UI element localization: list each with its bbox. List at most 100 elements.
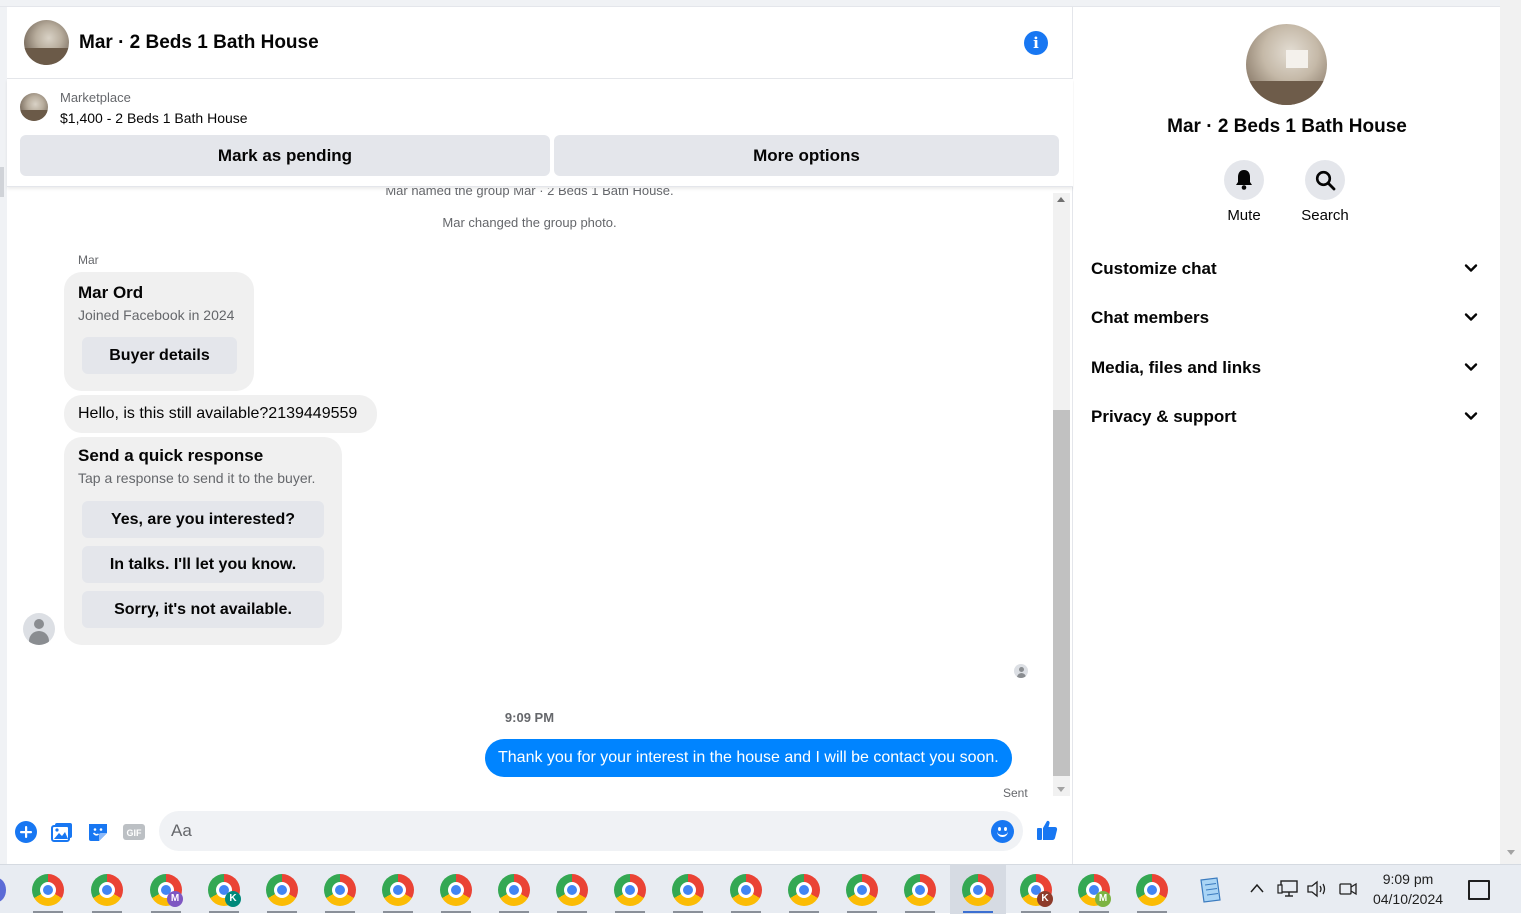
message-input-box[interactable] [159,811,1023,851]
scroll-up-arrow[interactable] [1057,197,1065,202]
thumbs-up-icon[interactable] [1035,818,1059,842]
page-scrollbar[interactable] [1500,0,1521,864]
clock-date: 04/10/2024 [1372,891,1444,907]
buyer-card: Mar Ord Joined Facebook in 2024 Buyer de… [64,272,254,391]
listing-title[interactable]: $1,400 - 2 Beds 1 Bath House [60,110,248,126]
clock-time: 9:09 pm [1382,871,1434,887]
section-label: Chat members [1091,308,1210,327]
chevron-down-icon [1464,313,1478,321]
read-receipt-avatar [1014,664,1028,678]
listing-thumbnail[interactable] [20,93,48,121]
chrome-icon[interactable] [32,874,64,906]
bell-icon [1236,170,1252,190]
composer: GIF [7,807,1073,857]
search-label: Search [1301,207,1349,224]
section-label: Media, files and links [1091,358,1262,377]
page-scroll-down-arrow[interactable] [1507,850,1515,855]
chrome-icon[interactable] [324,874,356,906]
system-message: Mar changed the group photo. [442,215,617,230]
system-clock[interactable]: 9:09 pm 04/10/2024 [1360,869,1456,909]
message-scrollbar[interactable] [1053,193,1070,796]
section-label: Privacy & support [1091,407,1237,426]
info-icon[interactable]: i [1024,31,1048,55]
buyer-joined: Joined Facebook in 2024 [78,307,235,323]
panel-group-avatar[interactable] [1246,24,1327,105]
incoming-message-bubble[interactable]: Hello, is this still available?213944955… [64,395,377,433]
chrome-icon[interactable] [1136,874,1168,906]
chat-title[interactable]: Mar · 2 Beds 1 Bath House [79,32,319,54]
mute-button[interactable] [1224,160,1264,200]
chat-header: Mar · 2 Beds 1 Bath House i [7,7,1073,79]
chrome-profile-icon[interactable]: M [1078,874,1111,907]
quick-response-subtitle: Tap a response to send it to the buyer. [78,470,316,486]
outgoing-message-bubble[interactable]: Thank you for your interest in the house… [485,739,1012,777]
chrome-profile-icon[interactable]: K [208,874,241,907]
chevron-down-icon [1464,363,1478,371]
plus-icon[interactable] [14,820,38,844]
partial-app-icon[interactable] [0,878,6,902]
chrome-icon[interactable] [904,874,936,906]
chrome-profile-icon[interactable]: M [150,874,183,907]
chrome-icon[interactable] [440,874,472,906]
marketplace-label: Marketplace [60,90,131,105]
quick-response-card: Send a quick response Tap a response to … [64,437,342,645]
section-media-files-links[interactable]: Media, files and links [1091,348,1483,388]
marketplace-bar: Marketplace $1,400 - 2 Beds 1 Bath House… [7,79,1073,187]
taskbar: M K K M 9:09 pm 04/10/2024 [0,864,1521,914]
buyer-details-button[interactable]: Buyer details [82,337,237,374]
profile-badge: M [1095,891,1111,907]
chrome-icon[interactable] [556,874,588,906]
mute-label: Mute [1227,207,1261,224]
notepad-icon[interactable] [1195,875,1225,905]
section-label: Customize chat [1091,259,1217,278]
sender-avatar[interactable] [23,613,55,645]
left-edge-handle [0,167,4,197]
chrome-icon[interactable] [614,874,646,906]
chrome-icon[interactable] [266,874,298,906]
system-message: Mar named the group Mar · 2 Beds 1 Bath … [385,188,674,198]
volume-icon[interactable] [1306,879,1330,899]
chrome-icon[interactable] [498,874,530,906]
buyer-name: Mar Ord [78,283,144,302]
chevron-down-icon [1464,412,1478,420]
search-button[interactable] [1305,160,1345,200]
message-input[interactable] [171,811,971,851]
sender-name: Mar [78,253,99,267]
more-options-button[interactable]: More options [554,135,1059,176]
section-customize-chat[interactable]: Customize chat [1091,249,1483,289]
chevron-down-icon [1464,264,1478,272]
gif-icon[interactable]: GIF [122,820,146,844]
quick-response-title: Send a quick response [78,446,264,465]
chrome-icon-active[interactable] [962,874,994,906]
emoji-icon[interactable] [991,820,1014,843]
chrome-icon[interactable] [846,874,878,906]
group-avatar[interactable] [24,20,69,65]
quick-response-option[interactable]: In talks. I'll let you know. [82,546,324,583]
chrome-icon[interactable] [788,874,820,906]
scroll-down-arrow[interactable] [1057,787,1065,792]
quick-response-option[interactable]: Sorry, it's not available. [82,591,324,628]
chevron-up-icon[interactable] [1249,882,1265,894]
chat-column: Mar · 2 Beds 1 Bath House i Marketplace … [7,7,1073,864]
sticker-icon[interactable] [86,820,110,844]
photo-icon[interactable] [50,820,74,844]
section-privacy-support[interactable]: Privacy & support [1091,397,1483,437]
network-icon[interactable] [1277,879,1299,899]
panel-title: Mar · 2 Beds 1 Bath House [1167,116,1407,137]
chrome-icon[interactable] [382,874,414,906]
top-edge [0,0,1500,7]
section-chat-members[interactable]: Chat members [1091,298,1483,338]
search-icon [1315,170,1336,191]
scroll-thumb[interactable] [1053,410,1070,776]
camera-icon[interactable] [1338,879,1358,899]
chrome-icon[interactable] [672,874,704,906]
quick-response-option[interactable]: Yes, are you interested? [82,501,324,538]
message-timestamp: 9:09 PM [504,710,555,725]
chrome-icon[interactable] [91,874,123,906]
chrome-icon[interactable] [730,874,762,906]
notification-center-icon[interactable] [1468,880,1490,900]
messenger-window: Mar · 2 Beds 1 Bath House i Marketplace … [0,0,1521,864]
left-edge [0,7,7,864]
chrome-profile-icon[interactable]: K [1020,874,1053,907]
mark-as-pending-button[interactable]: Mark as pending [20,135,550,176]
